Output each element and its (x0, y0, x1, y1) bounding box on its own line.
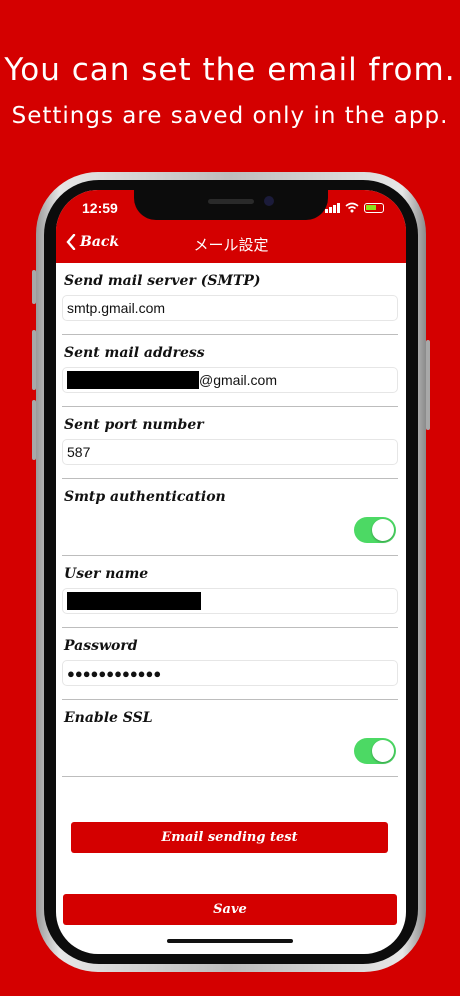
smtp-auth-toggle[interactable] (354, 517, 396, 543)
app-screen: 12:59 Back メール設定 Send mail server (SMTP)… (56, 190, 406, 954)
port-label: Sent port number (64, 417, 204, 433)
ssl-toggle[interactable] (354, 738, 396, 764)
save-button[interactable]: Save (63, 894, 397, 925)
front-camera (264, 196, 274, 206)
smtp-server-section: Send mail server (SMTP) smtp.gmail.com (62, 263, 398, 335)
sent-address-label: Sent mail address (64, 345, 205, 361)
status-icons (325, 202, 384, 213)
toggle-knob (372, 519, 394, 541)
volume-up-button (32, 330, 36, 390)
signal-icon (325, 203, 340, 213)
smtp-auth-label: Smtp authentication (64, 489, 226, 505)
user-name-label: User name (64, 566, 149, 582)
port-input[interactable]: 587 (62, 439, 398, 465)
settings-form: Send mail server (SMTP) smtp.gmail.com S… (56, 263, 406, 777)
port-section: Sent port number 587 (62, 407, 398, 479)
toggle-knob (372, 740, 394, 762)
save-label: Save (213, 902, 247, 917)
port-value: 587 (67, 444, 91, 460)
notch (134, 190, 328, 220)
password-section: Password ●●●●●●●●●●●● (62, 628, 398, 700)
sent-address-section: Sent mail address @gmail.com (62, 335, 398, 407)
user-name-input[interactable] (62, 588, 398, 614)
email-test-label: Email sending test (161, 830, 298, 845)
sent-address-suffix: @gmail.com (199, 372, 278, 388)
power-button (426, 340, 430, 430)
promo-subheadline: Settings are saved only in the app. (11, 103, 449, 129)
nav-title: メール設定 (193, 236, 269, 254)
redacted-block (67, 371, 199, 389)
promo-headline: You can set the email from. (4, 52, 456, 88)
redacted-block (67, 592, 201, 610)
ssl-section: Enable SSL (62, 700, 398, 777)
smtp-server-value: smtp.gmail.com (67, 300, 166, 316)
smtp-auth-section: Smtp authentication (62, 479, 398, 556)
speaker-grille (208, 199, 254, 204)
status-time: 12:59 (82, 200, 118, 216)
smtp-server-label: Send mail server (SMTP) (64, 273, 261, 289)
volume-down-button (32, 400, 36, 460)
password-value: ●●●●●●●●●●●● (67, 665, 162, 681)
password-label: Password (64, 638, 138, 654)
sent-address-input[interactable]: @gmail.com (62, 367, 398, 393)
email-test-button[interactable]: Email sending test (71, 822, 388, 853)
battery-icon (364, 203, 384, 213)
ssl-label: Enable SSL (64, 710, 153, 726)
smtp-server-input[interactable]: smtp.gmail.com (62, 295, 398, 321)
wifi-icon (345, 202, 359, 213)
home-indicator (167, 939, 293, 943)
user-name-section: User name (62, 556, 398, 628)
silent-switch (32, 270, 36, 304)
password-input[interactable]: ●●●●●●●●●●●● (62, 660, 398, 686)
nav-bar: Back メール設定 (56, 226, 406, 263)
